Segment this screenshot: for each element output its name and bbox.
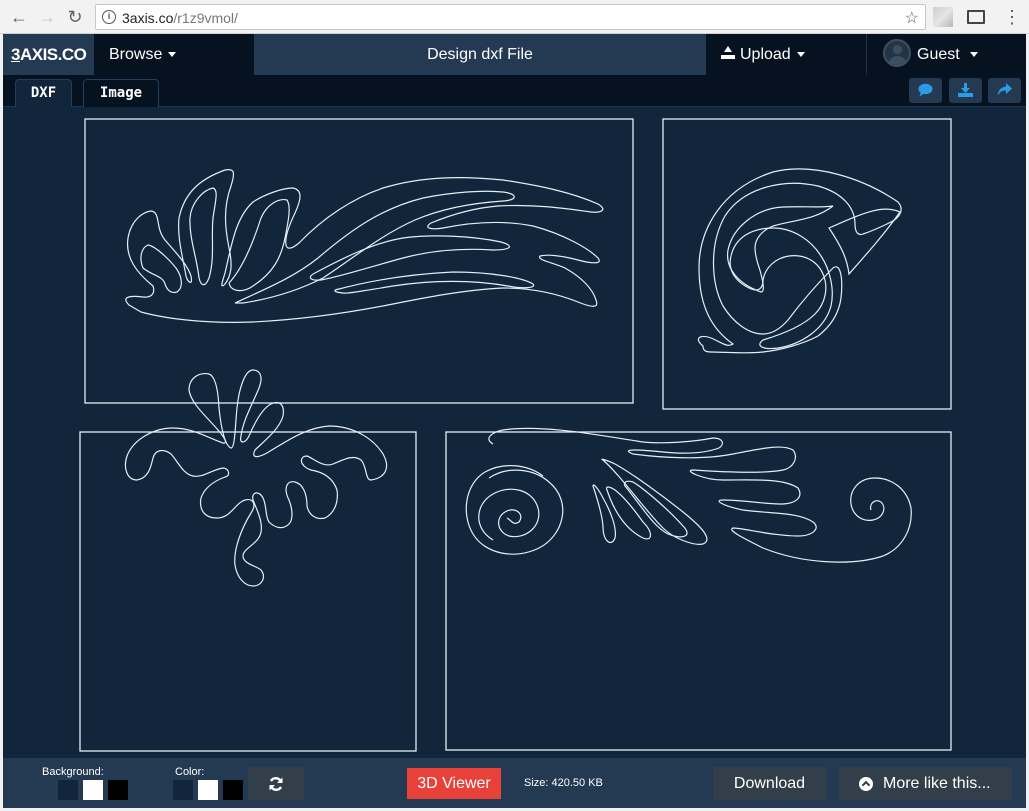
download-icon xyxy=(958,83,973,97)
back-button[interactable]: ← xyxy=(8,6,30,28)
url-text[interactable]: 3axis.co/r1z9vmol/ xyxy=(122,10,238,26)
reload-button[interactable]: ↻ xyxy=(64,6,86,28)
brand-logo[interactable]: 3AXIS.CO xyxy=(3,34,94,75)
bottom-toolbar: Background: Color: 3D Viewer Size: 420.5… xyxy=(3,758,1026,808)
fullscreen-icon[interactable] xyxy=(967,10,985,24)
design-scroll-ornament xyxy=(445,427,952,751)
browser-toolbar: ← → ↻ i 3axis.co/r1z9vmol/ ☆ ⋮ xyxy=(0,0,1029,34)
download-action-button[interactable] xyxy=(949,78,982,103)
upload-menu[interactable]: Upload xyxy=(721,34,805,75)
share-button[interactable] xyxy=(988,78,1021,103)
panel-border xyxy=(79,431,417,752)
navbar-divider xyxy=(866,34,867,75)
scroll-body xyxy=(488,427,912,563)
upload-icon xyxy=(721,46,735,60)
arrow-right-icon: → xyxy=(38,7,56,27)
upload-label: Upload xyxy=(740,46,791,63)
caret-down-icon xyxy=(969,52,978,58)
app: 3AXIS.CO Browse Design dxf File Upload G… xyxy=(3,34,1026,808)
dxf-drawing xyxy=(79,118,952,752)
forward-button[interactable]: → xyxy=(36,6,58,28)
design-acanthus-leaf xyxy=(84,118,634,404)
browse-menu[interactable]: Browse xyxy=(109,34,177,75)
leaf-inner-cutout xyxy=(334,271,535,294)
view-tabs: DXF Image xyxy=(3,75,1026,107)
scroll-petal xyxy=(605,486,652,540)
color-swatch-navy[interactable] xyxy=(173,780,193,800)
user-label: Guest xyxy=(917,46,960,63)
extension-icon[interactable] xyxy=(933,7,953,27)
background-swatch-white[interactable] xyxy=(83,780,103,800)
more-like-this-button[interactable]: More like this... xyxy=(839,767,1012,800)
user-avatar-icon[interactable] xyxy=(883,39,911,67)
refresh-icon xyxy=(269,777,283,791)
arrow-left-icon: ← xyxy=(10,7,28,27)
reload-icon: ↻ xyxy=(67,7,83,27)
panel-border xyxy=(662,118,952,410)
comment-button[interactable] xyxy=(909,78,942,103)
design-swirl-leaf xyxy=(662,118,952,410)
browser-menu-icon[interactable]: ⋮ xyxy=(1003,7,1021,27)
more-like-this-label: More like this... xyxy=(883,775,991,792)
design-fleur-ornament xyxy=(79,369,417,752)
caret-down-icon xyxy=(168,52,177,58)
info-icon[interactable]: i xyxy=(102,10,116,24)
download-button[interactable]: Download xyxy=(713,767,826,800)
file-size: Size: 420.50 KB xyxy=(524,777,603,789)
background-swatch-black[interactable] xyxy=(108,780,128,800)
background-label: Background: xyxy=(42,766,104,778)
spiral-left xyxy=(478,488,540,541)
dxf-canvas[interactable] xyxy=(3,108,1026,758)
tab-image[interactable]: Image xyxy=(83,79,159,107)
scroll-petal xyxy=(592,484,616,543)
address-bar[interactable]: i 3axis.co/r1z9vmol/ ☆ xyxy=(95,4,926,30)
chevron-up-circle-icon xyxy=(859,777,873,791)
swirl-inner-cutout xyxy=(727,205,834,293)
swirl-inner-ring xyxy=(729,227,833,350)
bookmark-star-icon[interactable]: ☆ xyxy=(905,8,919,28)
panel-border xyxy=(84,118,634,404)
leaf-inner-cutout xyxy=(189,187,217,286)
user-menu[interactable]: Guest xyxy=(917,34,978,75)
caret-down-icon xyxy=(796,52,805,58)
3d-viewer-button[interactable]: 3D Viewer xyxy=(407,768,501,799)
color-swatch-black[interactable] xyxy=(223,780,243,800)
background-swatch-navy[interactable] xyxy=(58,780,78,800)
leaf-inner-cutout xyxy=(234,190,515,304)
refresh-button[interactable] xyxy=(248,767,304,800)
page-title: Design dxf File xyxy=(254,34,706,75)
tab-dxf[interactable]: DXF xyxy=(15,79,72,107)
swirl-arrow-tip xyxy=(828,208,901,276)
leaf-inner-cutout xyxy=(228,199,290,292)
navbar: 3AXIS.CO Browse Design dxf File Upload G… xyxy=(3,34,1026,75)
color-label: Color: xyxy=(175,766,205,778)
color-swatch-white[interactable] xyxy=(198,780,218,800)
leaf-outline xyxy=(125,168,604,323)
panel-border xyxy=(445,431,952,751)
comment-icon xyxy=(918,83,933,97)
share-icon xyxy=(997,83,1012,96)
browse-label: Browse xyxy=(109,46,163,63)
